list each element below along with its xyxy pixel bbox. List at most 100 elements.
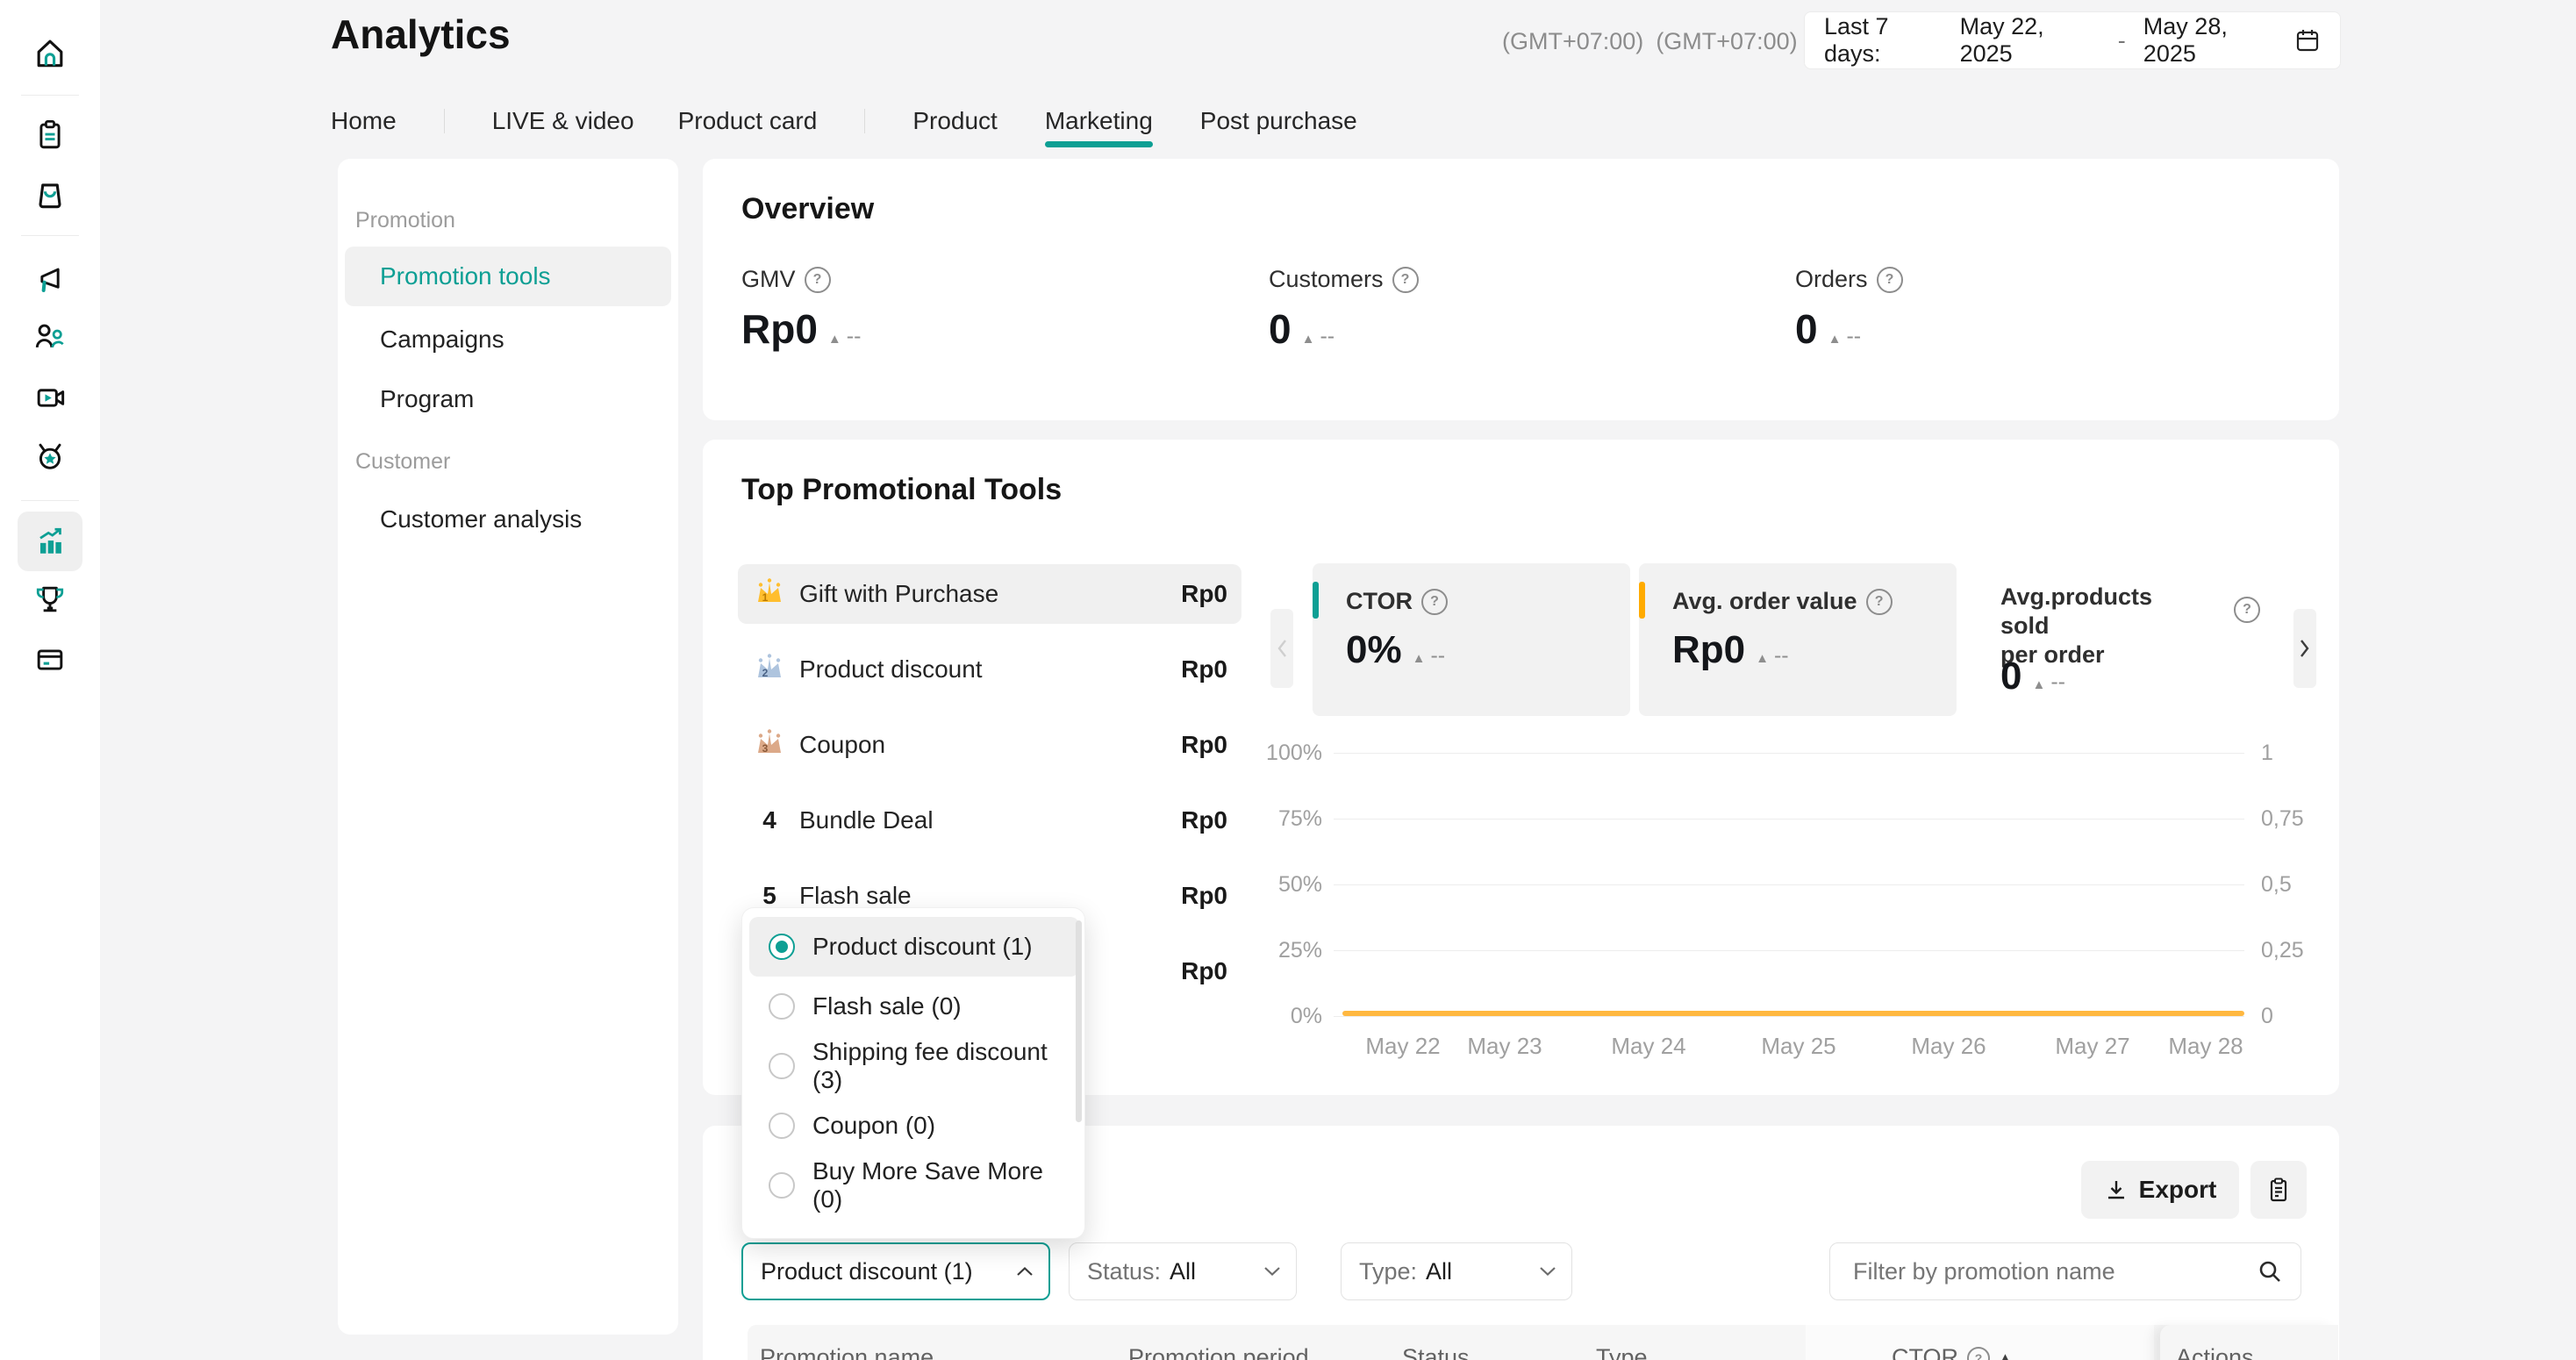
bank-card-icon[interactable] <box>29 639 71 681</box>
option-label: Coupon (0) <box>812 1112 935 1140</box>
help-icon[interactable]: ? <box>805 267 831 293</box>
date-range-label: Last 7 days: <box>1824 13 1950 68</box>
metric-value: 0% <box>1346 628 1402 672</box>
overview-title: Overview <box>741 192 874 226</box>
metric-card-ctor[interactable]: CTOR? 0%▲-- <box>1313 563 1630 716</box>
tab-product-card[interactable]: Product card <box>678 107 818 135</box>
svg-text:3: 3 <box>762 742 769 755</box>
radio-icon[interactable] <box>769 1113 795 1139</box>
export-button[interactable]: Export <box>2081 1161 2239 1219</box>
tab-live-video[interactable]: LIVE & video <box>492 107 634 135</box>
home-icon[interactable] <box>29 32 71 74</box>
date-range-picker[interactable]: Last 7 days: May 22, 2025 - May 28, 2025 <box>1804 11 2341 69</box>
metric-card-avg-products-sold[interactable]: Avg.products sold per order ? 0▲-- <box>1971 563 2292 716</box>
menu-section-customer: Customer <box>355 449 450 475</box>
status-label: Status: <box>1087 1258 1161 1285</box>
type-filter[interactable]: Type: All <box>1341 1242 1572 1300</box>
metric-label: Avg. order value <box>1672 588 1857 615</box>
tool-row-bundle-deal[interactable]: 4 Bundle Deal Rp0 <box>738 791 1241 850</box>
option-product-discount[interactable]: Product discount (1) <box>749 917 1079 977</box>
tool-filter-dropdown[interactable]: Product discount (1) <box>741 1242 1050 1300</box>
y-axis-right-tick: 1 <box>2261 741 2273 766</box>
orders-clipboard-icon[interactable] <box>29 114 71 156</box>
export-label: Export <box>2139 1176 2217 1204</box>
option-coupon[interactable]: Coupon (0) <box>749 1096 1079 1156</box>
metric-card-avg-order-value[interactable]: Avg. order value? Rp0▲-- <box>1639 563 1957 716</box>
overview-card: Overview GMV? Rp0▲-- Customers? 0▲-- Ord… <box>703 159 2339 420</box>
tool-row-gift-with-purchase[interactable]: 1 Gift with Purchase Rp0 <box>738 564 1241 624</box>
tab-home[interactable]: Home <box>331 107 397 135</box>
y-axis-right-tick: 0,75 <box>2261 806 2304 832</box>
column-ctor-sortable[interactable]: CTOR ? ▲ <box>1892 1344 2012 1360</box>
delta-value: -- <box>1846 324 1861 349</box>
icon-rail <box>0 0 100 1360</box>
radio-icon[interactable] <box>769 993 795 1020</box>
timezone-label: (GMT+07:00) (GMT+07:00) <box>1502 28 1798 55</box>
help-icon[interactable]: ? <box>1866 589 1893 615</box>
date-separator: - <box>2118 27 2126 54</box>
search-input[interactable] <box>1851 1257 2257 1286</box>
menu-item-customer-analysis[interactable]: Customer analysis <box>345 490 671 549</box>
delta-up-icon: ▲ <box>828 332 841 347</box>
delta-up-icon: ▲ <box>1302 332 1315 347</box>
tool-name: Flash sale <box>799 882 912 910</box>
tab-divider <box>444 109 445 133</box>
accent-bar <box>1639 582 1645 619</box>
analytics-chart-icon[interactable] <box>29 520 71 562</box>
help-icon[interactable]: ? <box>1421 589 1448 615</box>
mascot-star-icon[interactable] <box>29 435 71 477</box>
x-axis-tick: May 22 <box>1365 1033 1440 1060</box>
analytics-page: Analytics (GMT+07:00) (GMT+07:00) Last 7… <box>0 0 2576 1360</box>
tool-filter-options-popup: Product discount (1) Flash sale (0) Ship… <box>741 907 1085 1239</box>
metric-label: Avg.products sold <box>2000 583 2193 641</box>
customers-icon[interactable] <box>29 315 71 357</box>
radio-icon[interactable] <box>769 1172 795 1199</box>
tab-marketing[interactable]: Marketing <box>1045 107 1153 135</box>
carousel-right-button[interactable] <box>2293 609 2316 688</box>
carousel-left-button[interactable] <box>1270 609 1293 688</box>
option-shipping-fee-discount[interactable]: Shipping fee discount (3) <box>749 1036 1079 1096</box>
x-axis-tick: May 28 <box>2168 1033 2243 1060</box>
menu-item-promotion-tools[interactable]: Promotion tools <box>345 247 671 306</box>
date-end: May 28, 2025 <box>2143 13 2284 68</box>
tab-post-purchase[interactable]: Post purchase <box>1200 107 1357 135</box>
top-tools-title: Top Promotional Tools <box>741 473 1062 507</box>
trophy-icon[interactable] <box>29 578 71 620</box>
tool-value: Rp0 <box>1181 580 1227 608</box>
column-actions: Actions <box>2176 1344 2254 1360</box>
dropdown-scrollbar[interactable] <box>1076 920 1082 1122</box>
y-axis-right-tick: 0,5 <box>2261 872 2292 898</box>
report-note-button[interactable] <box>2250 1161 2307 1219</box>
megaphone-marketing-icon[interactable] <box>29 259 71 301</box>
radio-selected-icon[interactable] <box>769 934 795 960</box>
metric-value: 0 <box>1269 305 1292 353</box>
help-icon[interactable]: ? <box>2234 597 2260 623</box>
help-icon[interactable]: ? <box>1392 267 1419 293</box>
status-filter[interactable]: Status: All <box>1069 1242 1297 1300</box>
tool-row-product-discount[interactable]: 2 Product discount Rp0 <box>738 640 1241 699</box>
type-label: Type: <box>1359 1258 1417 1285</box>
menu-section-promotion: Promotion <box>355 208 455 233</box>
tool-rank: 5 <box>752 882 787 910</box>
metric-customers: Customers? 0▲-- <box>1269 266 1419 353</box>
video-camera-icon[interactable] <box>29 376 71 419</box>
menu-item-label: Program <box>380 385 474 413</box>
top-tabs: Home LIVE & video Product card Product M… <box>331 99 1357 143</box>
tool-name: Gift with Purchase <box>799 580 998 608</box>
help-icon[interactable]: ? <box>1877 267 1903 293</box>
menu-item-campaigns[interactable]: Campaigns <box>345 310 671 369</box>
download-icon <box>2104 1177 2129 1202</box>
search-icon[interactable] <box>2257 1258 2283 1285</box>
shopping-bag-icon[interactable] <box>29 173 71 215</box>
option-buy-more-save-more[interactable]: Buy More Save More (0) <box>749 1156 1079 1215</box>
menu-item-program[interactable]: Program <box>345 369 671 429</box>
metric-gmv: GMV? Rp0▲-- <box>741 266 861 353</box>
sidebar-menu: Promotion Promotion tools Campaigns Prog… <box>338 159 678 1335</box>
tab-product[interactable]: Product <box>912 107 998 135</box>
chevron-down-icon <box>1538 1265 1557 1278</box>
delta-up-icon: ▲ <box>1413 651 1426 666</box>
radio-icon[interactable] <box>769 1053 795 1079</box>
option-flash-sale[interactable]: Flash sale (0) <box>749 977 1079 1036</box>
tool-row-coupon[interactable]: 3 Coupon Rp0 <box>738 715 1241 775</box>
help-icon[interactable]: ? <box>1967 1347 1990 1360</box>
